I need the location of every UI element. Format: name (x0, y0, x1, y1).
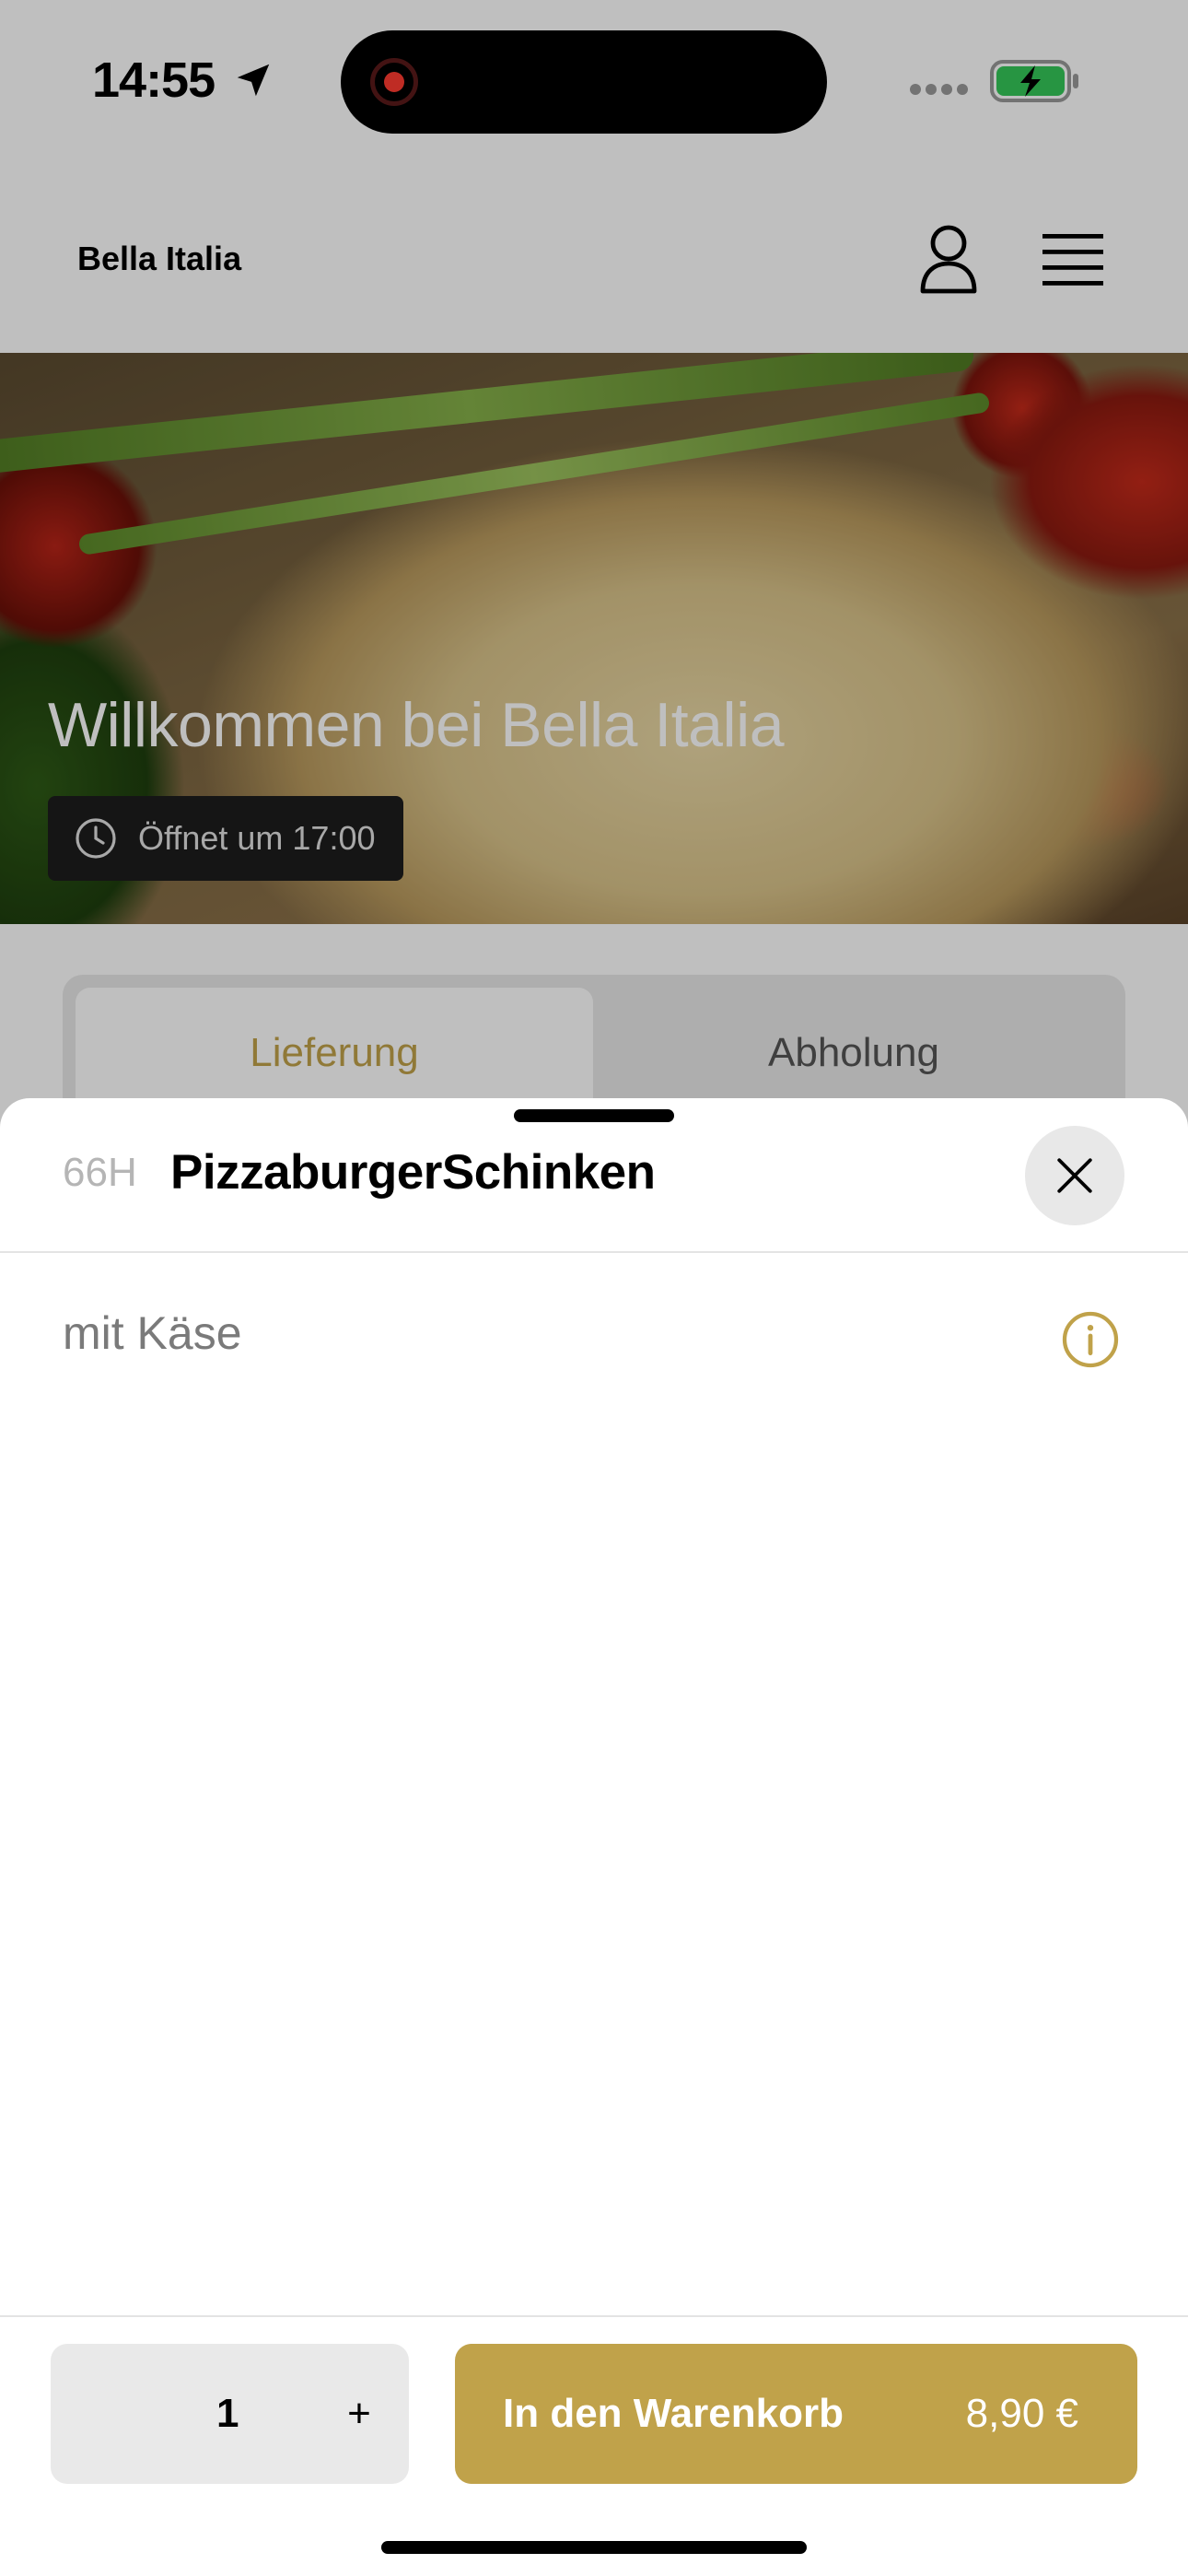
product-detail-sheet: 66H PizzaburgerSchinken mit Käse 1 + In … (0, 1098, 1188, 2576)
item-description: mit Käse (63, 1307, 242, 1359)
header-divider (0, 1251, 1188, 1253)
quantity-stepper: 1 + (51, 2344, 409, 2484)
item-title: PizzaburgerSchinken (170, 1145, 656, 1200)
close-icon (1057, 1158, 1092, 1193)
quantity-value: 1 (216, 2391, 239, 2436)
footer-divider (0, 2315, 1188, 2317)
add-to-cart-button[interactable]: In den Warenkorb 8,90 € (455, 2344, 1137, 2484)
sheet-header: 66H PizzaburgerSchinken (0, 1098, 1188, 1251)
home-indicator[interactable] (381, 2541, 807, 2554)
item-code: 66H (63, 1150, 137, 1195)
info-icon[interactable] (1061, 1310, 1120, 1369)
item-price: 8,90 € (965, 2391, 1078, 2436)
increment-button[interactable]: + (327, 2344, 391, 2484)
close-button[interactable] (1025, 1126, 1124, 1225)
add-to-cart-label: In den Warenkorb (503, 2391, 844, 2436)
